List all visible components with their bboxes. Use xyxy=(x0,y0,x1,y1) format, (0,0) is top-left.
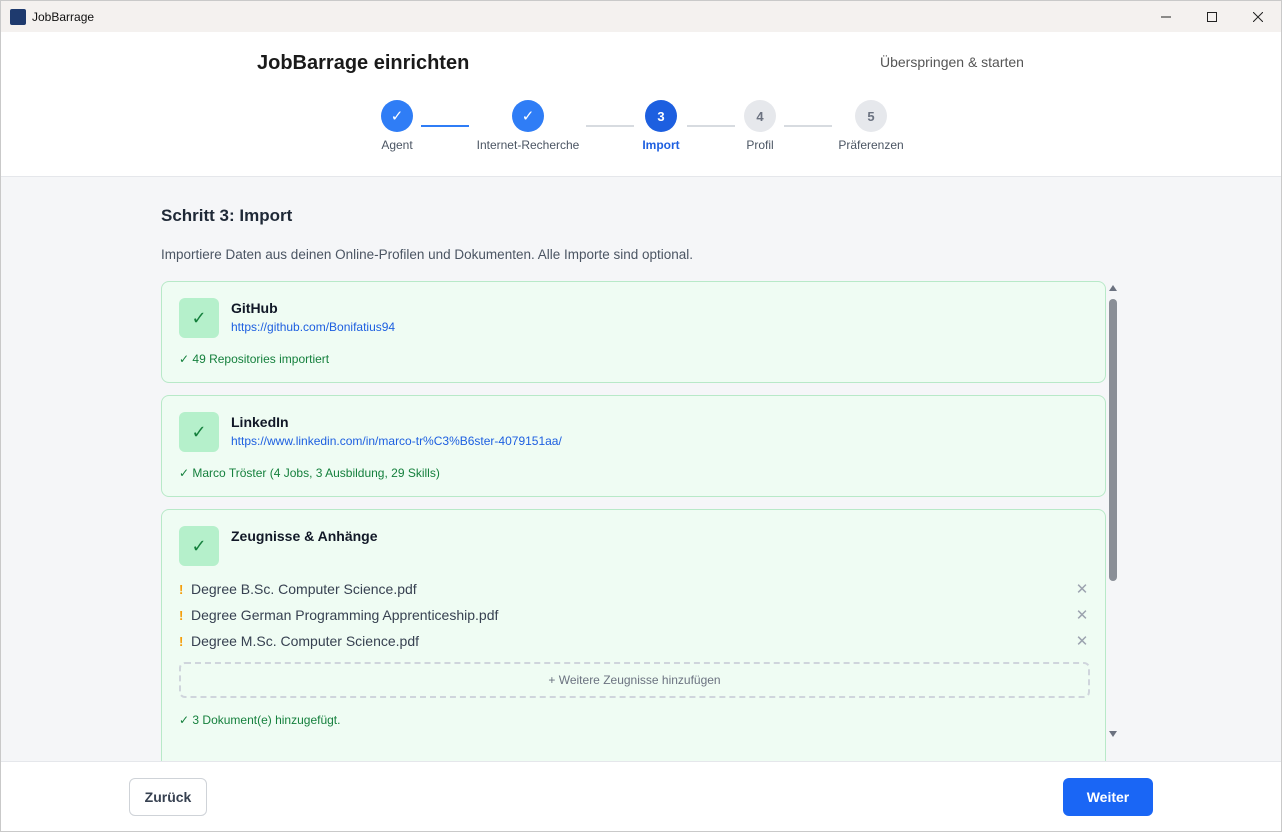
github-status: ✓ 49 Repositories importiert xyxy=(179,352,330,366)
linkedin-title: LinkedIn xyxy=(231,414,289,430)
linkedin-url-link[interactable]: https://www.linkedin.com/in/marco-tr%C3%… xyxy=(231,434,562,448)
linkedin-import-card: ✓ LinkedIn https://www.linkedin.com/in/m… xyxy=(161,395,1106,497)
back-button[interactable]: Zurück xyxy=(129,778,207,816)
github-check-icon: ✓ xyxy=(179,298,219,338)
minimize-icon xyxy=(1161,16,1171,17)
step-internet-research-marker[interactable]: ✓ xyxy=(512,100,544,132)
step-connector xyxy=(687,125,735,127)
setup-header: JobBarrage einrichten Überspringen & sta… xyxy=(1,32,1281,177)
step-import-marker[interactable]: 3 xyxy=(645,100,677,132)
warning-icon: ! xyxy=(179,633,184,649)
scroll-down-arrow-icon[interactable] xyxy=(1109,731,1117,737)
step-profile-marker[interactable]: 4 xyxy=(744,100,776,132)
remove-document-icon[interactable]: ✕ xyxy=(1073,632,1091,650)
documents-import-card: ✓ Zeugnisse & Anhänge ! Degree B.Sc. Com… xyxy=(161,509,1106,761)
github-import-card: ✓ GitHub https://github.com/Bonifatius94… xyxy=(161,281,1106,383)
import-content: Schritt 3: Import Importiere Daten aus d… xyxy=(1,177,1281,761)
step-connector xyxy=(784,125,832,127)
linkedin-status: ✓ Marco Tröster (4 Jobs, 3 Ausbildung, 2… xyxy=(179,466,440,480)
add-more-documents-button[interactable]: + Weitere Zeugnisse hinzufügen xyxy=(179,662,1090,698)
document-list-item: ! Degree B.Sc. Computer Science.pdf ✕ xyxy=(179,578,1091,600)
window-title: JobBarrage xyxy=(32,9,95,24)
document-list-item: ! Degree German Programming Apprenticesh… xyxy=(179,604,1091,626)
section-description: Importiere Daten aus deinen Online-Profi… xyxy=(161,247,694,262)
setup-footer: Zurück Weiter xyxy=(1,761,1281,831)
documents-status: ✓ 3 Dokument(e) hinzugefügt. xyxy=(179,713,341,727)
scrollbar-thumb[interactable] xyxy=(1109,299,1117,581)
documents-title: Zeugnisse & Anhänge xyxy=(231,528,378,544)
close-icon xyxy=(1253,11,1263,22)
app-icon xyxy=(10,8,26,25)
document-list-item: ! Degree M.Sc. Computer Science.pdf ✕ xyxy=(179,630,1091,652)
document-name: Degree B.Sc. Computer Science.pdf xyxy=(191,581,417,597)
warning-icon: ! xyxy=(179,581,184,597)
window-titlebar: JobBarrage xyxy=(1,1,1281,32)
next-button[interactable]: Weiter xyxy=(1063,778,1153,816)
step-internet-research-label: Internet-Recherche xyxy=(476,138,580,152)
window-controls xyxy=(1143,1,1281,32)
section-title: Schritt 3: Import xyxy=(161,206,293,225)
maximize-icon xyxy=(1207,11,1217,22)
close-window-button[interactable] xyxy=(1235,1,1281,32)
scroll-up-arrow-icon[interactable] xyxy=(1109,285,1117,291)
step-preferences-marker[interactable]: 5 xyxy=(855,100,887,132)
step-agent-label: Agent xyxy=(381,138,413,152)
linkedin-check-icon: ✓ xyxy=(179,412,219,452)
step-preferences-label: Präferenzen xyxy=(838,138,904,152)
documents-check-icon: ✓ xyxy=(179,526,219,566)
content-scrollbar[interactable] xyxy=(1108,285,1118,737)
github-title: GitHub xyxy=(231,300,278,316)
github-url-link[interactable]: https://github.com/Bonifatius94 xyxy=(231,320,395,334)
step-agent-marker[interactable]: ✓ xyxy=(381,100,413,132)
remove-document-icon[interactable]: ✕ xyxy=(1073,580,1091,598)
document-name: Degree German Programming Apprenticeship… xyxy=(191,607,499,623)
step-connector xyxy=(421,125,469,127)
remove-document-icon[interactable]: ✕ xyxy=(1073,606,1091,624)
step-connector xyxy=(586,125,634,127)
document-name: Degree M.Sc. Computer Science.pdf xyxy=(191,633,419,649)
minimize-button[interactable] xyxy=(1143,1,1189,32)
warning-icon: ! xyxy=(179,607,184,623)
stepper: ✓ Agent ✓ Internet-Recherche 3 Import 4 … xyxy=(1,32,1281,177)
maximize-button[interactable] xyxy=(1189,1,1235,32)
